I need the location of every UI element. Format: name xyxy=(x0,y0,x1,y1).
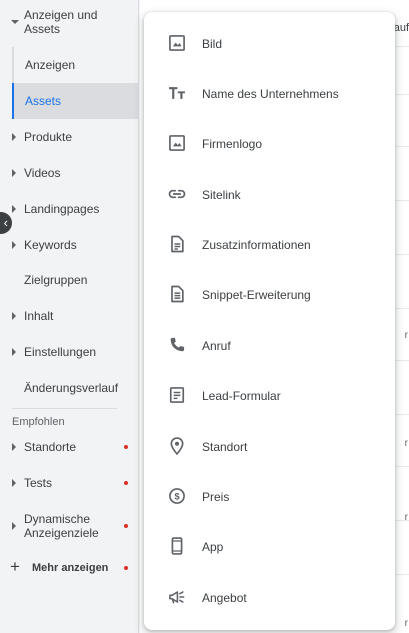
chevron-right-icon xyxy=(12,205,16,213)
row-text-fragment: r xyxy=(404,438,408,449)
menu-item-label: App xyxy=(202,540,224,554)
section-title-empfohlen: Empfohlen xyxy=(12,416,65,428)
menu-item-sitelink[interactable]: Sitelink xyxy=(144,170,395,220)
promotion-icon xyxy=(167,587,187,607)
notification-dot xyxy=(124,524,128,528)
document-icon xyxy=(167,234,187,254)
chevron-right-icon xyxy=(12,169,16,177)
row-text-fragment: r xyxy=(404,512,408,523)
notification-dot xyxy=(124,445,128,449)
plus-icon: + xyxy=(10,557,20,576)
menu-item-label: Name des Unternehmens xyxy=(202,87,339,101)
menu-item-lead-formular[interactable]: Lead-Formular xyxy=(144,371,395,421)
nav-item-aenderungsverlauf[interactable]: Änderungsverlauf xyxy=(0,370,139,406)
nav-item-dynamische-anzeigenziele[interactable]: Dynamische Anzeigenziele xyxy=(0,506,139,546)
menu-item-label: Snippet-Erweiterung xyxy=(202,288,311,302)
menu-item-label: Sitelink xyxy=(202,188,241,202)
nav-item-tests[interactable]: Tests xyxy=(0,465,139,501)
menu-item-bild[interactable]: Bild xyxy=(144,19,395,69)
left-navigation: Anzeigen und Assets Anzeigen Assets Prod… xyxy=(0,0,139,633)
menu-item-snippet-erweiterung[interactable]: Snippet-Erweiterung xyxy=(144,270,395,320)
nav-item-label: Zielgruppen xyxy=(24,273,88,287)
row-text-fragment: r xyxy=(404,618,408,629)
row-text-fragment: r xyxy=(404,330,408,341)
menu-item-label: Bild xyxy=(202,37,223,51)
chevron-right-icon xyxy=(12,479,16,487)
chevron-right-icon xyxy=(12,312,16,320)
menu-item-label: Firmenlogo xyxy=(202,137,263,151)
nav-item-label: Einstellungen xyxy=(24,345,97,359)
nav-item-label: Landingpages xyxy=(24,202,100,216)
nav-item-landingpages[interactable]: Landingpages xyxy=(0,191,139,227)
menu-item-label: Angebot xyxy=(202,591,247,605)
nav-item-videos[interactable]: Videos xyxy=(0,155,139,191)
snippet-icon xyxy=(167,284,187,304)
menu-item-app[interactable]: App xyxy=(144,522,395,572)
menu-item-zusatzinformationen[interactable]: Zusatzinformationen xyxy=(144,220,395,270)
menu-item-label: Anruf xyxy=(202,339,231,353)
nav-subitem-label: Assets xyxy=(25,94,62,108)
phone-icon xyxy=(167,335,187,355)
svg-text:$: $ xyxy=(174,491,179,501)
form-icon xyxy=(167,385,187,405)
nav-item-label: Tests xyxy=(24,476,53,490)
notification-dot xyxy=(124,481,128,485)
nav-item-anzeigen-und-assets[interactable]: Anzeigen und Assets xyxy=(0,4,139,40)
image-icon xyxy=(167,133,187,153)
chevron-down-icon xyxy=(11,20,19,24)
menu-item-firmenlogo[interactable]: Firmenlogo xyxy=(144,119,395,169)
chevron-right-icon xyxy=(12,241,16,249)
column-header-fragment: auf xyxy=(393,22,409,34)
text-icon xyxy=(167,83,187,103)
nav-item-inhalt[interactable]: Inhalt xyxy=(0,298,139,334)
nav-item-label: Produkte xyxy=(24,130,73,144)
nav-item-label: Standorte xyxy=(24,440,77,454)
nav-item-label: Inhalt xyxy=(24,309,54,323)
link-icon xyxy=(167,184,187,204)
menu-item-preis[interactable]: $ Preis xyxy=(144,472,395,522)
location-icon xyxy=(167,436,187,456)
nav-subitem-anzeigen[interactable]: Anzeigen xyxy=(12,47,139,83)
nav-item-label: Anzeigen und Assets xyxy=(24,8,98,36)
chevron-right-icon xyxy=(12,133,16,141)
section-divider xyxy=(12,408,117,409)
menu-item-label: Zusatzinformationen xyxy=(202,238,311,252)
menu-item-angebot[interactable]: Angebot xyxy=(144,573,395,623)
nav-item-label: Videos xyxy=(24,166,61,180)
asset-type-menu: Bild Name des Unternehmens Firmenlogo Si… xyxy=(144,12,395,630)
chevron-right-icon xyxy=(12,443,16,451)
nav-item-label: Änderungsverlauf xyxy=(24,381,119,395)
nav-item-produkte[interactable]: Produkte xyxy=(0,119,139,155)
nav-item-einstellungen[interactable]: Einstellungen xyxy=(0,334,139,370)
nav-item-standorte[interactable]: Standorte xyxy=(0,429,139,465)
notification-dot xyxy=(124,566,128,570)
nav-item-label: Keywords xyxy=(24,238,77,252)
nav-subitem-assets[interactable]: Assets xyxy=(12,83,139,119)
menu-item-anruf[interactable]: Anruf xyxy=(144,321,395,371)
show-more-button[interactable]: + Mehr anzeigen xyxy=(0,557,139,579)
menu-item-name-des-unternehmens[interactable]: Name des Unternehmens xyxy=(144,69,395,119)
menu-item-standort[interactable]: Standort xyxy=(144,422,395,472)
chevron-right-icon xyxy=(12,348,16,356)
nav-item-zielgruppen[interactable]: Zielgruppen xyxy=(0,262,139,298)
nav-subitem-label: Anzeigen xyxy=(25,58,76,72)
menu-item-label: Preis xyxy=(202,490,230,504)
show-more-label: Mehr anzeigen xyxy=(32,562,109,574)
nav-item-label: Dynamische Anzeigenziele xyxy=(24,512,99,540)
phone-device-icon xyxy=(167,536,187,556)
nav-item-keywords[interactable]: Keywords xyxy=(0,227,139,263)
image-icon xyxy=(167,33,187,53)
chevron-right-icon xyxy=(12,522,16,530)
price-icon: $ xyxy=(167,486,187,506)
menu-item-label: Lead-Formular xyxy=(202,389,281,403)
menu-item-label: Standort xyxy=(202,440,248,454)
